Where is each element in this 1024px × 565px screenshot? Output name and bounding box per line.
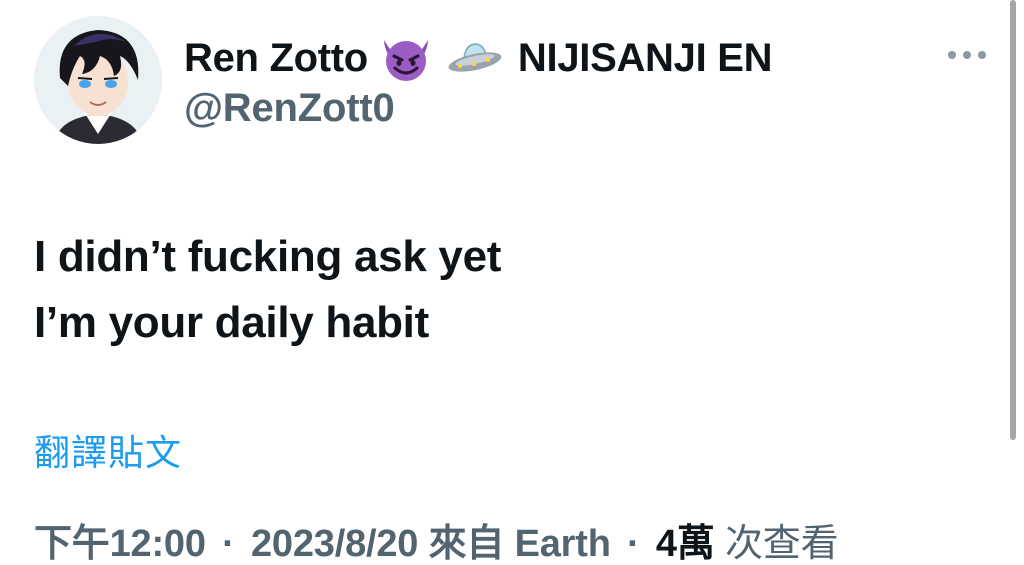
- scrollbar[interactable]: [1010, 0, 1016, 440]
- separator: ·: [627, 523, 640, 565]
- author-display-name[interactable]: Ren Zotto: [184, 36, 368, 81]
- tweet-source: Earth: [514, 523, 611, 565]
- smiling-devil-icon: [380, 34, 432, 82]
- tweet-line: I’m your daily habit: [34, 298, 429, 347]
- author-handle[interactable]: @RenZott0: [184, 86, 395, 131]
- tweet-detail: Ren Zotto NIJISANJI EN @RenZott0 I didn’…: [0, 0, 1024, 565]
- views-count: 4萬: [655, 523, 715, 565]
- more-options-button[interactable]: [944, 38, 990, 72]
- tweet-time[interactable]: 下午12:00: [34, 523, 206, 565]
- author-name-row: Ren Zotto NIJISANJI EN: [184, 30, 772, 86]
- translate-post-link[interactable]: 翻譯貼文: [34, 424, 182, 476]
- avatar[interactable]: [34, 16, 162, 144]
- tweet-line: I didn’t fucking ask yet: [34, 232, 502, 281]
- tweet-metadata: 下午12:00 · 2023/8/20 來自 Earth · 4萬 次查看: [34, 512, 839, 565]
- avatar-image: [34, 16, 162, 144]
- tweet-text: I didn’t fucking ask yet I’m your daily …: [34, 224, 501, 356]
- more-horizontal-icon: [948, 51, 986, 59]
- flying-saucer-icon: [444, 38, 504, 78]
- views-label: 次查看: [725, 523, 839, 565]
- author-affiliation: NIJISANJI EN: [517, 35, 773, 80]
- source-prefix: 來自: [428, 523, 505, 565]
- tweet-date[interactable]: 2023/8/20: [251, 523, 418, 565]
- separator: ·: [222, 523, 235, 565]
